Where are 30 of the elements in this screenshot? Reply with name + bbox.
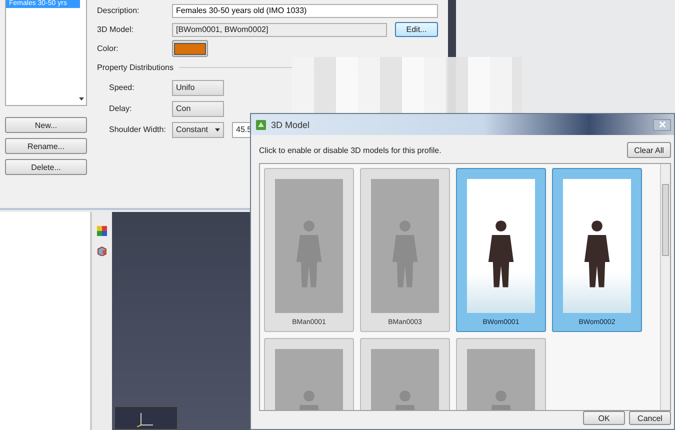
color-palette-icon[interactable] bbox=[97, 226, 107, 236]
field-label: Shoulder Width: bbox=[109, 125, 167, 134]
field-label: 3D Model: bbox=[97, 25, 134, 34]
instruction-text: Click to enable or disable 3D models for this profile. bbox=[259, 146, 442, 154]
edit-button[interactable]: Edit... bbox=[395, 22, 438, 37]
cube-icon[interactable] bbox=[97, 246, 107, 256]
distribution-dropdown[interactable]: Constant bbox=[172, 122, 224, 138]
field-label: Description: bbox=[97, 6, 140, 15]
profile-button[interactable]: Delete... bbox=[5, 159, 87, 175]
field-label: Speed: bbox=[109, 83, 136, 92]
app-icon bbox=[256, 120, 266, 130]
field-label: Color: bbox=[97, 44, 120, 53]
distribution-dropdown[interactable]: Con bbox=[172, 100, 224, 116]
profile-button[interactable]: Rename... bbox=[5, 138, 87, 154]
close-button[interactable] bbox=[653, 118, 671, 130]
field-label: Delay: bbox=[109, 104, 133, 113]
model-field: [BWom0001, BWom0002] bbox=[172, 22, 387, 36]
profile-button[interactable]: New... bbox=[5, 117, 87, 133]
window-title: 3D Model bbox=[271, 120, 310, 130]
description-field[interactable]: Females 30-50 years old (IMO 1033) bbox=[172, 4, 438, 18]
dropdown-caret-icon bbox=[215, 128, 220, 132]
section-heading: Property Distributions bbox=[97, 63, 174, 72]
scroll-down-icon[interactable] bbox=[79, 97, 84, 101]
axes-icon bbox=[135, 411, 155, 427]
clear-all-button[interactable]: Clear All bbox=[627, 142, 671, 158]
close-icon bbox=[658, 121, 666, 128]
dialog-button[interactable]: Cancel bbox=[629, 411, 671, 425]
scrollbar[interactable] bbox=[660, 164, 670, 410]
dialog-button[interactable]: OK bbox=[583, 411, 625, 425]
distribution-dropdown[interactable]: Unifo bbox=[172, 80, 224, 96]
